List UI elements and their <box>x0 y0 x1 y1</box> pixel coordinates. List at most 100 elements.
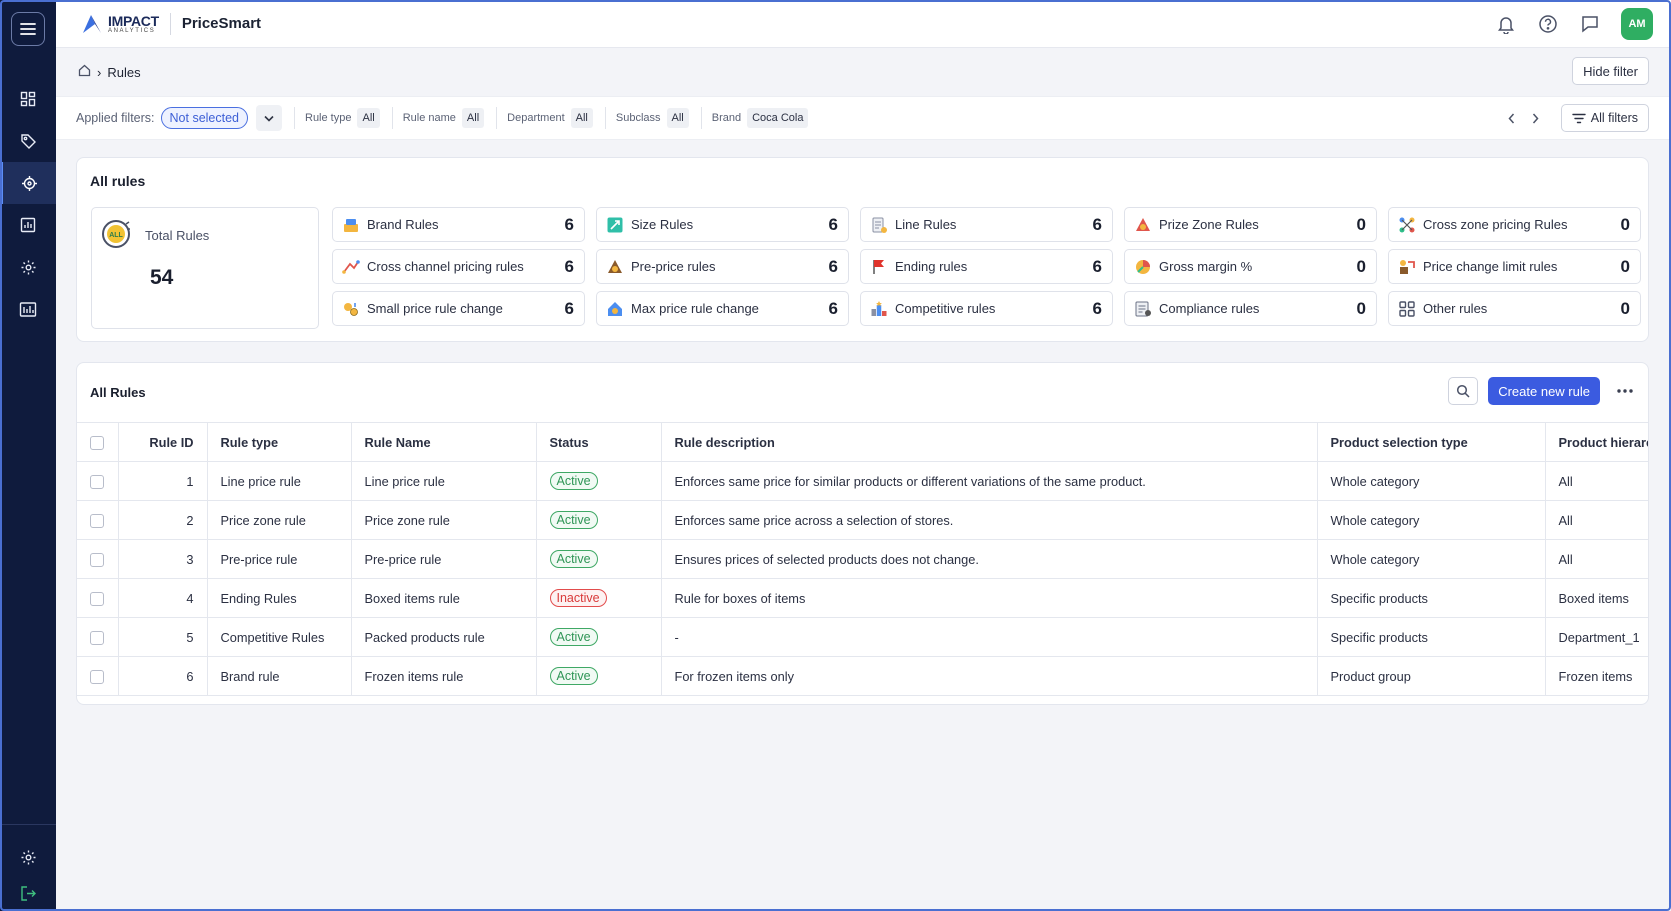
cell-rule-id: 5 <box>118 617 208 657</box>
applied-filters-chip[interactable]: Not selected <box>160 107 248 129</box>
tile-count: 6 <box>1092 256 1102 276</box>
tile-line-rules[interactable]: Line Rules 6 <box>860 207 1113 242</box>
tile-name: Size Rules <box>631 217 694 232</box>
gross-margin-icon <box>1133 257 1153 277</box>
tile-ending-rules[interactable]: Ending rules 6 <box>860 249 1113 284</box>
cell-hierarchy: All <box>1545 500 1648 540</box>
cell-description: - <box>661 617 1318 657</box>
notification-bell-icon[interactable] <box>1495 13 1517 35</box>
tile-cross-channel-rules[interactable]: Cross channel pricing rules 6 <box>332 249 585 284</box>
filter-brand[interactable]: Brand Coca Cola <box>700 107 809 129</box>
row-checkbox[interactable] <box>90 474 105 489</box>
hamburger-menu-icon[interactable] <box>11 12 45 46</box>
col-rule-name[interactable]: Rule Name <box>351 422 537 462</box>
tile-price-change-limit[interactable]: Price change limit rules 0 <box>1388 249 1641 284</box>
col-rule-id[interactable]: Rule ID <box>118 422 208 462</box>
tile-cross-zone-rules[interactable]: Cross zone pricing Rules 0 <box>1388 207 1641 242</box>
table-row[interactable]: 4 Ending Rules Boxed items rule Inactive… <box>77 578 1648 618</box>
total-rules-label: Total Rules <box>145 228 210 243</box>
tile-competitive-rules[interactable]: Competitive rules 6 <box>860 291 1113 326</box>
chat-icon[interactable] <box>1579 13 1601 35</box>
row-checkbox[interactable] <box>90 630 105 645</box>
cross-channel-icon <box>341 257 361 277</box>
analytics-panel-icon[interactable] <box>0 288 56 330</box>
table-row[interactable]: 3 Pre-price rule Pre-price rule Active E… <box>77 539 1648 579</box>
tile-prize-zone-rules[interactable]: Prize Zone Rules 0 <box>1124 207 1377 242</box>
tile-brand-rules[interactable]: Brand Rules 6 <box>332 207 585 242</box>
cell-description: Ensures prices of selected products does… <box>661 539 1318 579</box>
user-avatar[interactable]: AM <box>1621 8 1653 40</box>
reports-chart-icon[interactable] <box>0 204 56 246</box>
table-row[interactable]: 1 Line price rule Line price rule Active… <box>77 461 1648 501</box>
total-rules-badge-icon: ALL <box>102 220 130 248</box>
tile-other-rules[interactable]: Other rules 0 <box>1388 291 1641 326</box>
tile-small-price-change[interactable]: Small price rule change 6 <box>332 291 585 326</box>
col-product-hierarchy[interactable]: Product hierarc <box>1545 422 1648 462</box>
cell-hierarchy: Frozen items <box>1545 656 1648 696</box>
filter-subclass[interactable]: Subclass All <box>604 107 689 129</box>
more-options-icon[interactable] <box>1610 377 1640 405</box>
cell-rule-name: Boxed items rule <box>351 578 537 618</box>
breadcrumb-current: Rules <box>107 64 141 80</box>
cell-selection-type: Whole category <box>1317 500 1546 540</box>
row-checkbox[interactable] <box>90 552 105 567</box>
table-row[interactable]: 2 Price zone rule Price zone rule Active… <box>77 500 1648 540</box>
filter-value: All <box>461 108 485 128</box>
price-limit-icon <box>1397 257 1417 277</box>
logo-line2: ANALYTICS <box>108 27 156 34</box>
row-checkbox[interactable] <box>90 591 105 606</box>
filter-rule-type[interactable]: Rule type All <box>294 107 380 129</box>
tile-max-price-change[interactable]: Max price rule change 6 <box>596 291 849 326</box>
search-icon[interactable] <box>1448 377 1479 405</box>
tile-name: Gross margin % <box>1159 259 1253 274</box>
settings-bottom-gear-icon[interactable] <box>0 839 56 875</box>
home-icon[interactable] <box>78 64 91 80</box>
table-row[interactable]: 5 Competitive Rules Packed products rule… <box>77 617 1648 657</box>
select-all-checkbox[interactable] <box>90 435 105 450</box>
chevron-right-icon[interactable] <box>1527 104 1545 132</box>
col-product-selection-type[interactable]: Product selection type <box>1317 422 1546 462</box>
tile-compliance-rules[interactable]: Compliance rules 0 <box>1124 291 1377 326</box>
dashboard-icon[interactable] <box>0 78 56 120</box>
rules-target-icon[interactable] <box>0 162 56 204</box>
impact-analytics-logo[interactable]: IMPACT ANALYTICS <box>80 12 159 36</box>
top-header: IMPACT ANALYTICS PriceSmart AM <box>56 0 1671 48</box>
filter-value: All <box>666 108 689 128</box>
max-price-icon <box>605 299 625 319</box>
tile-name: Cross channel pricing rules <box>367 259 524 274</box>
rules-table-card: All Rules Create new rule Rule ID Rule t… <box>76 362 1649 705</box>
filter-department[interactable]: Department All <box>496 107 593 129</box>
status-badge: Inactive <box>549 589 607 607</box>
tag-icon[interactable] <box>0 120 56 162</box>
tile-pre-price-rules[interactable]: Pre-price rules 6 <box>596 249 849 284</box>
col-rule-type[interactable]: Rule type <box>207 422 352 462</box>
help-icon[interactable] <box>1537 13 1559 35</box>
cell-rule-type: Brand rule <box>207 656 352 696</box>
tile-size-rules[interactable]: Size Rules 6 <box>596 207 849 242</box>
row-checkbox[interactable] <box>90 513 105 528</box>
cell-rule-type: Pre-price rule <box>207 539 352 579</box>
table-row[interactable]: 6 Brand rule Frozen items rule Active Fo… <box>77 656 1648 696</box>
create-new-rule-button[interactable]: Create new rule <box>1488 377 1600 405</box>
chevron-down-icon[interactable] <box>256 105 282 131</box>
cell-hierarchy: All <box>1545 461 1648 501</box>
all-filters-button[interactable]: All filters <box>1560 104 1649 132</box>
cell-rule-id: 6 <box>118 656 208 696</box>
cell-rule-name: Price zone rule <box>351 500 537 540</box>
cell-status: Active <box>536 539 662 579</box>
filter-value: All <box>357 108 380 128</box>
logout-icon[interactable] <box>0 875 56 911</box>
hide-filter-button[interactable]: Hide filter <box>1572 57 1649 85</box>
app-name: PriceSmart <box>181 15 262 32</box>
total-rules-box[interactable]: ALL Total Rules 54 <box>91 207 319 329</box>
col-status[interactable]: Status <box>536 422 662 462</box>
tile-gross-margin[interactable]: Gross margin % 0 <box>1124 249 1377 284</box>
ending-flag-icon <box>869 257 889 277</box>
chevron-left-icon[interactable] <box>1503 104 1521 132</box>
settings-gear-icon[interactable] <box>0 246 56 288</box>
row-checkbox[interactable] <box>90 669 105 684</box>
breadcrumb-separator: › <box>97 64 102 80</box>
filter-rule-name[interactable]: Rule name All <box>391 107 485 129</box>
tile-count: 0 <box>1620 256 1630 276</box>
col-rule-description[interactable]: Rule description <box>661 422 1318 462</box>
